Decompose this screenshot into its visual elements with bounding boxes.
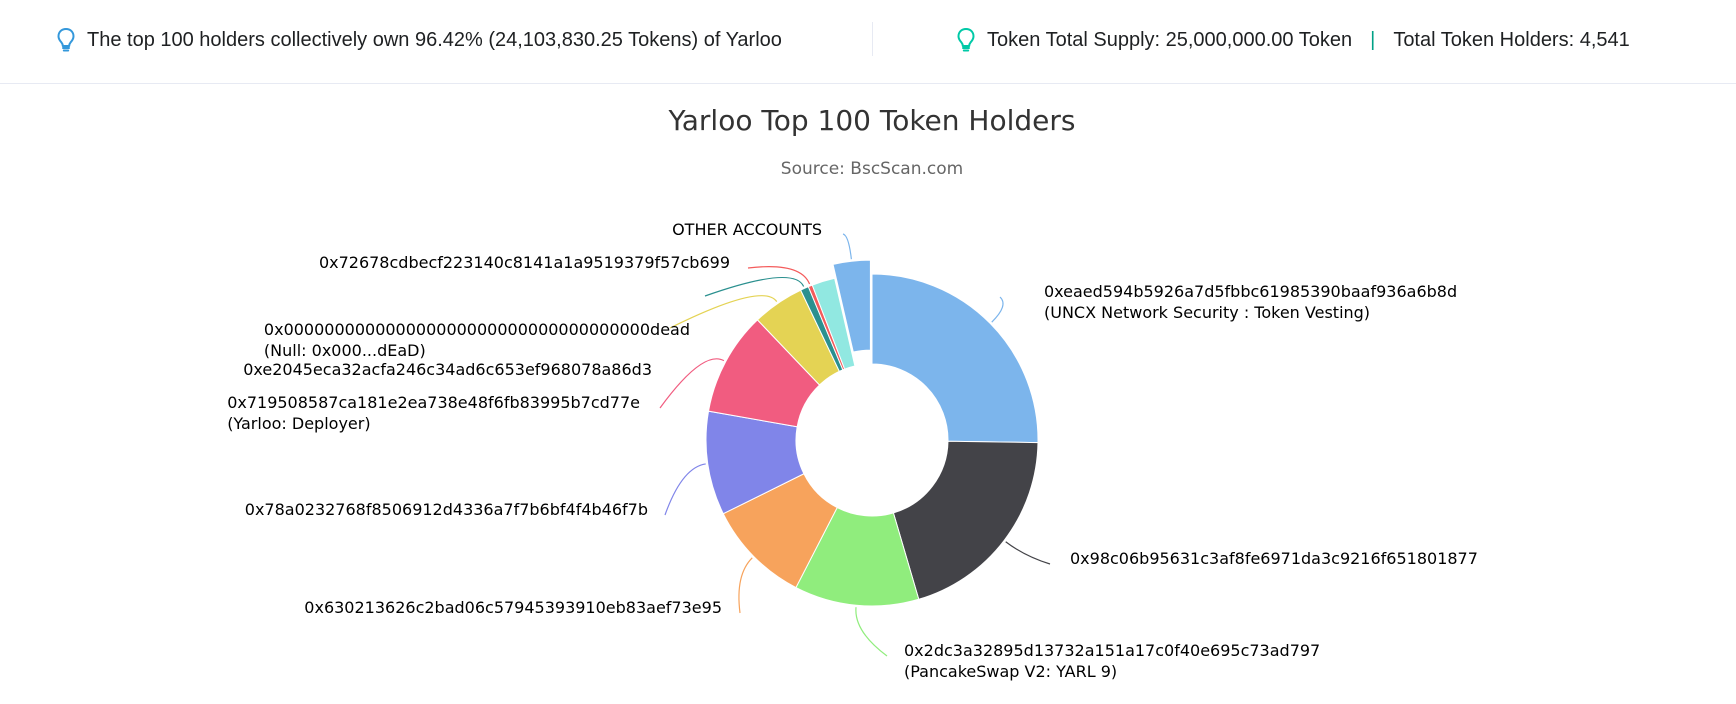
- chart-title: Yarloo Top 100 Token Holders: [668, 104, 1076, 137]
- total-supply-text: Token Total Supply: 25,000,000.00 Token: [987, 28, 1353, 51]
- slice-label-7: 0x000000000000000000000000000000000000de…: [264, 320, 690, 360]
- summary-divider: [872, 22, 873, 56]
- slice-label-1: 0x98c06b95631c3af8fe6971da3c9216f6518018…: [1070, 549, 1478, 568]
- slice-label-0: 0xeaed594b5926a7d5fbbc61985390baaf936a6b…: [1044, 282, 1457, 322]
- connector-0: [991, 296, 1004, 323]
- slice-1[interactable]: [892, 440, 1039, 600]
- slice-0[interactable]: [871, 273, 1039, 444]
- slice-label-5: 0x719508587ca181e2ea738e48f6fb83995b7cd7…: [227, 393, 640, 433]
- connector-2: [855, 607, 888, 657]
- chart-subtitle: Source: BscScan.com: [781, 159, 963, 179]
- summary-bar: The top 100 holders collectively own 96.…: [0, 0, 1736, 84]
- lightbulb-icon: [57, 28, 75, 52]
- total-holders-text: Total Token Holders: 4,541: [1393, 28, 1630, 51]
- connector-7: [704, 277, 805, 297]
- connector-3: [738, 557, 753, 614]
- holders-donut-chart: Yarloo Top 100 Token Holders Source: Bsc…: [227, 104, 1478, 681]
- slice-label-4: 0x78a0232768f8506912d4336a7f7b6bf4f4b46f…: [245, 500, 648, 519]
- slice-label-8: 0x72678cdbecf223140c8141a1a9519379f57cb6…: [319, 253, 730, 272]
- top-holders-text: The top 100 holders collectively own 96.…: [87, 28, 782, 51]
- slice-label-10: OTHER ACCOUNTS: [672, 220, 822, 239]
- supply-info: Token Total Supply: 25,000,000.00 Token …: [956, 24, 1630, 56]
- info-separator: |: [1370, 28, 1376, 51]
- chart-slices: [705, 259, 1039, 607]
- connector-1: [1005, 541, 1051, 565]
- connector-4: [664, 463, 706, 516]
- lightbulb-icon: [957, 28, 975, 52]
- connector-10: [842, 233, 852, 260]
- slice-label-3: 0x630213626c2bad06c57945393910eb83aef73e…: [304, 598, 722, 617]
- slice-label-2: 0x2dc3a32895d13732a151a17c0f40e695c73ad7…: [904, 641, 1320, 681]
- top-holders-info: The top 100 holders collectively own 96.…: [56, 24, 782, 56]
- slice-label-6: 0xe2045eca32acfa246c34ad6c653ef968078a86…: [243, 360, 652, 379]
